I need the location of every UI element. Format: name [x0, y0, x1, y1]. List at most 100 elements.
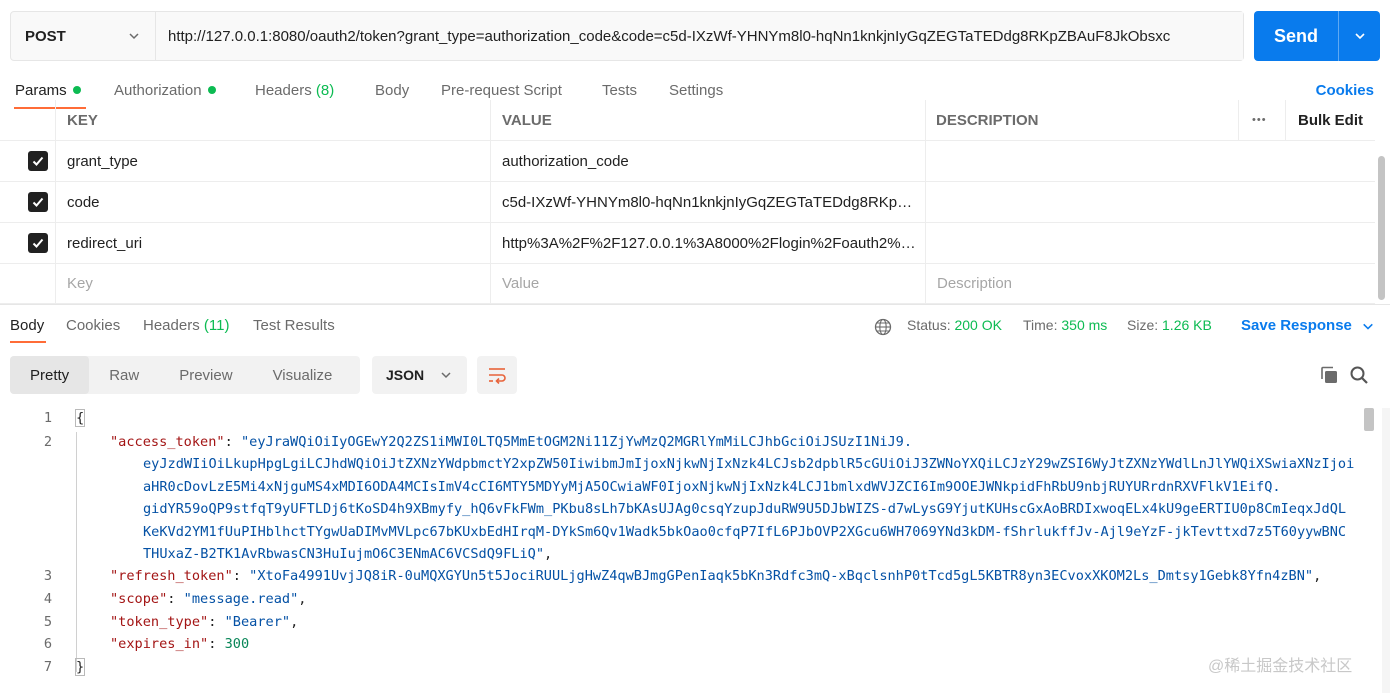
json-string: "eyJraWQiOiIyOGEwY2Q2ZS1iMWI0LTQ5MmEtOGM…	[240, 434, 913, 450]
param-value[interactable]: http%3A%2F%2F127.0.0.1%3A8000%2Flogin%2F…	[502, 223, 920, 263]
line-number: 7	[43, 659, 52, 675]
send-options-button[interactable]	[1338, 11, 1380, 61]
wrap-lines-button[interactable]	[477, 356, 517, 394]
globe-icon[interactable]	[872, 316, 894, 338]
tab-test-results[interactable]: Test Results	[253, 317, 335, 334]
request-bar: POST http://127.0.0.1:8080/oauth2/token?…	[10, 11, 1244, 61]
more-options-icon[interactable]: •••	[1252, 100, 1267, 140]
status-indicator[interactable]: Status: 200 OK	[907, 317, 1002, 333]
row-checkbox[interactable]	[28, 223, 48, 263]
response-body-viewer[interactable]: 1 2 3 4 5 6 7 { "access_token": "eyJraWQ…	[0, 408, 1362, 688]
json-string-continuation: gidYR59oQP9stfqT9yUFTLDj6tKoSD4h9XBmyfy_…	[143, 501, 1347, 517]
column-divider	[490, 100, 491, 304]
mode-preview[interactable]: Preview	[159, 356, 252, 394]
json-string-continuation: eyJzdWIiOiLkupHpgLgiLCJhdWQiOiJtZXNzYWdp…	[143, 456, 1355, 472]
description-column-header: DESCRIPTION	[936, 111, 1039, 129]
line-number: 5	[43, 614, 52, 630]
active-response-tab-underline	[10, 341, 46, 343]
param-key[interactable]: code	[67, 182, 100, 222]
tab-tests[interactable]: Tests	[602, 82, 637, 99]
chevron-down-icon	[1354, 33, 1365, 40]
new-description-input[interactable]: Description	[937, 264, 1012, 303]
mode-raw[interactable]: Raw	[89, 356, 159, 394]
response-tabs: Body Cookies Headers (11) Test Results S…	[0, 308, 1390, 344]
column-divider	[925, 100, 926, 304]
copy-icon[interactable]	[1318, 364, 1340, 386]
chevron-down-icon	[129, 33, 139, 40]
json-token-type-line: "token_type": "Bearer",	[110, 614, 299, 630]
time-indicator[interactable]: Time: 350 ms	[1023, 317, 1107, 333]
json-refresh-token-line: "refresh_token": "XtoFa4991UvjJQ8iR-0uMQ…	[110, 568, 1322, 584]
row-checkbox[interactable]	[28, 141, 48, 181]
json-string: "Bearer"	[224, 614, 291, 630]
param-value[interactable]: c5d-IXzWf-YHNYm8l0-hqNn1knkjnIyGqZEGTaTE…	[502, 182, 920, 222]
tab-prerequest-script[interactable]: Pre-request Script	[441, 82, 562, 99]
tab-response-headers[interactable]: Headers (11)	[143, 317, 229, 334]
tab-body[interactable]: Body	[375, 82, 409, 99]
params-scrollbar[interactable]	[1378, 156, 1385, 300]
code-scrollbar-track	[1382, 408, 1390, 693]
search-icon[interactable]	[1348, 364, 1370, 386]
cookies-link[interactable]: Cookies	[1316, 82, 1374, 99]
param-key[interactable]: grant_type	[67, 141, 138, 181]
save-response-button[interactable]: Save Response	[1241, 317, 1374, 334]
line-number: 2	[43, 434, 52, 450]
divider	[0, 304, 1390, 305]
json-key: "refresh_token"	[110, 568, 233, 584]
format-select[interactable]: JSON	[372, 356, 467, 394]
line-number: 4	[43, 591, 52, 607]
param-key[interactable]: redirect_uri	[67, 223, 142, 263]
time-label: Time:	[1023, 317, 1058, 333]
new-key-input[interactable]: Key	[67, 264, 93, 303]
tab-params[interactable]: Params	[15, 82, 81, 99]
time-value: 350 ms	[1061, 317, 1108, 333]
bulk-edit-button[interactable]: Bulk Edit	[1298, 100, 1363, 140]
method-select[interactable]: POST	[11, 12, 156, 60]
tab-headers[interactable]: Headers (8)	[255, 82, 334, 99]
headers-count: (8)	[315, 82, 335, 99]
params-active-dot	[72, 86, 81, 95]
url-text: http://127.0.0.1:8080/oauth2/token?grant…	[168, 27, 1171, 45]
json-string-continuation: KeKVd2YM1fUuPIHblhctTYgwUaDIMvMVLpc67bKU…	[143, 524, 1347, 540]
param-value-text: http%3A%2F%2F127.0.0.1%3A8000%2Flogin%2F…	[502, 234, 920, 252]
code-scrollbar[interactable]	[1364, 408, 1374, 431]
format-label: JSON	[386, 367, 425, 383]
line-number: 1	[43, 410, 52, 426]
json-access-token-line: "access_token": "eyJraWQiOiIyOGEwY2Q2ZS1…	[110, 434, 913, 450]
line-number: 3	[43, 568, 52, 584]
tab-response-body[interactable]: Body	[10, 317, 44, 334]
indent-guide	[76, 432, 77, 672]
param-value[interactable]: authorization_code	[502, 141, 920, 181]
json-key: "scope"	[110, 591, 168, 607]
tab-authorization[interactable]: Authorization	[114, 82, 216, 99]
param-value-text: c5d-IXzWf-YHNYm8l0-hqNn1knkjnIyGqZEGTaTE…	[502, 193, 920, 211]
table-row: grant_type authorization_code	[0, 141, 1375, 182]
size-indicator[interactable]: Size: 1.26 KB	[1127, 317, 1212, 333]
status-value: 200 OK	[954, 317, 1002, 333]
mode-visualize[interactable]: Visualize	[253, 356, 353, 394]
json-string-continuation: THUxaZ-B2TK1AvRbwasCN3HuIujmO6C3ENmAC6VC…	[143, 546, 553, 562]
params-header-row: KEY VALUE DESCRIPTION ••• Bulk Edit	[0, 100, 1375, 141]
json-key: "access_token"	[110, 434, 225, 450]
wrap-lines-icon	[489, 368, 506, 384]
tab-params-label: Params	[15, 82, 67, 99]
row-checkbox[interactable]	[28, 182, 48, 222]
tab-settings[interactable]: Settings	[669, 82, 723, 99]
tab-authorization-label: Authorization	[114, 82, 202, 99]
json-scope-line: "scope": "message.read",	[110, 591, 307, 607]
param-value-text: authorization_code	[502, 152, 629, 170]
checkbox-checked-icon	[28, 233, 48, 253]
mode-pretty[interactable]: Pretty	[10, 356, 90, 394]
new-value-input[interactable]: Value	[502, 264, 539, 303]
response-headers-count: (11)	[203, 317, 230, 334]
view-mode-tabs: Pretty Raw Preview Visualize	[10, 356, 360, 394]
send-button[interactable]: Send	[1254, 11, 1380, 61]
json-close-brace: }	[74, 658, 86, 676]
chevron-down-icon	[1363, 323, 1373, 330]
json-string-continuation: aHR0cDovLzE5Mi4xNjguMS4xMDI6ODA4MCIsImV4…	[143, 479, 1281, 495]
table-row: redirect_uri http%3A%2F%2F127.0.0.1%3A80…	[0, 223, 1375, 264]
tab-response-cookies[interactable]: Cookies	[66, 317, 120, 334]
url-input[interactable]: http://127.0.0.1:8080/oauth2/token?grant…	[156, 12, 1243, 60]
table-row: code c5d-IXzWf-YHNYm8l0-hqNn1knkjnIyGqZE…	[0, 182, 1375, 223]
line-number: 6	[43, 636, 52, 652]
